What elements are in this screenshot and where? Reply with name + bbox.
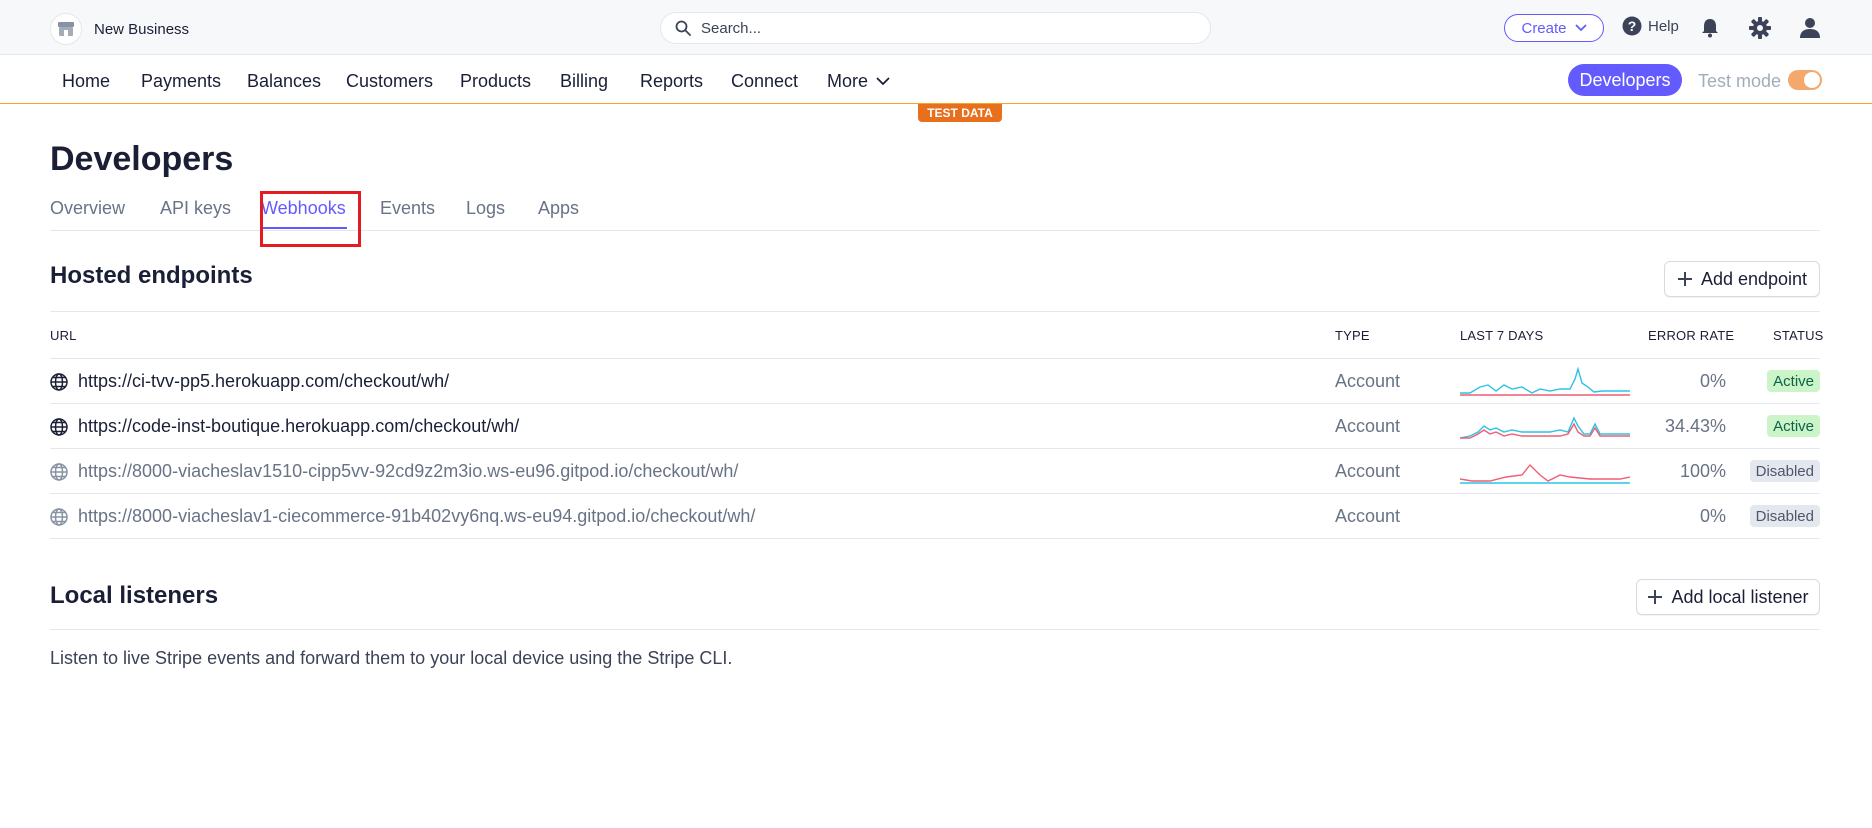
- endpoint-url[interactable]: https://ci-tvv-pp5.herokuapp.com/checkou…: [78, 371, 449, 392]
- endpoint-row[interactable]: https://ci-tvv-pp5.herokuapp.com/checkou…: [50, 358, 1820, 403]
- column-header-url: URL: [50, 328, 77, 343]
- status-badge: Active: [1767, 370, 1820, 392]
- search-input[interactable]: [701, 19, 1181, 37]
- notifications-button[interactable]: [1698, 16, 1722, 40]
- page-title: Developers: [50, 140, 234, 178]
- top-bar: New Business Create ? Help: [0, 0, 1872, 55]
- globe-icon: [50, 507, 68, 526]
- svg-text:?: ?: [1628, 18, 1637, 34]
- test-mode-toggle[interactable]: [1788, 70, 1822, 90]
- user-icon: [1800, 18, 1820, 38]
- chevron-down-icon: [1574, 24, 1587, 32]
- gear-icon: [1749, 17, 1771, 39]
- chevron-down-icon: [876, 77, 890, 86]
- endpoint-error-rate: 100%: [1679, 461, 1726, 481]
- tab-api-keys[interactable]: API keys: [160, 198, 231, 219]
- test-data-badge: TEST DATA: [918, 104, 1002, 122]
- tab-overview[interactable]: Overview: [50, 198, 125, 219]
- create-label: Create: [1521, 19, 1567, 37]
- endpoint-type: Account: [1335, 461, 1401, 481]
- status-badge: Disabled: [1749, 505, 1820, 527]
- endpoint-error-rate: 0%: [1699, 371, 1726, 391]
- section-divider: [50, 629, 1820, 630]
- status-badge: Disabled: [1749, 460, 1820, 482]
- endpoint-url[interactable]: https://code-inst-boutique.herokuapp.com…: [78, 416, 519, 437]
- sparkline-chart: [1460, 366, 1630, 396]
- endpoint-type: Account: [1335, 416, 1401, 436]
- tab-events[interactable]: Events: [380, 198, 435, 219]
- nav-item-payments[interactable]: Payments: [141, 71, 221, 92]
- nav-item-balances[interactable]: Balances: [247, 71, 321, 92]
- developers-button[interactable]: Developers: [1568, 64, 1682, 96]
- globe-icon: [50, 462, 68, 481]
- highlight-annotation: [260, 191, 361, 247]
- tab-logs[interactable]: Logs: [466, 198, 505, 219]
- search-icon: [675, 20, 691, 36]
- endpoint-type: Account: [1335, 506, 1401, 526]
- test-mode-label: Test mode: [1698, 71, 1782, 91]
- add-local-listener-label: Add local listener: [1671, 586, 1809, 607]
- business-switcher[interactable]: New Business: [50, 13, 189, 45]
- section-divider: [50, 311, 1820, 312]
- globe-icon: [50, 372, 68, 391]
- endpoint-error-rate: 34.43%: [1664, 416, 1726, 436]
- endpoint-url[interactable]: https://8000-viacheslav1510-cipp5vv-92cd…: [78, 461, 738, 482]
- nav-item-billing[interactable]: Billing: [560, 71, 608, 92]
- account-button[interactable]: [1798, 16, 1822, 40]
- endpoint-row[interactable]: https://code-inst-boutique.herokuapp.com…: [50, 403, 1820, 448]
- store-icon: [50, 13, 82, 45]
- endpoint-row[interactable]: https://8000-viacheslav1-ciecommerce-91b…: [50, 493, 1820, 539]
- column-header-type: TYPE: [1335, 328, 1370, 343]
- sparkline-chart: [1460, 416, 1630, 439]
- tab-apps[interactable]: Apps: [538, 198, 579, 219]
- status-badge: Active: [1767, 415, 1820, 437]
- column-header-error-rate: ERROR RATE: [1648, 328, 1735, 343]
- sparkline-chart: [1460, 463, 1630, 484]
- plus-icon: [1677, 272, 1692, 286]
- plus-icon: [1648, 590, 1663, 604]
- nav-item-connect[interactable]: Connect: [731, 71, 798, 92]
- globe-icon: [50, 417, 68, 436]
- nav-item-more[interactable]: More: [827, 71, 890, 92]
- add-endpoint-label: Add endpoint: [1700, 268, 1808, 289]
- local-listeners-description: Listen to live Stripe events and forward…: [50, 648, 733, 668]
- nav-item-customers[interactable]: Customers: [346, 71, 433, 92]
- more-label: More: [827, 71, 869, 91]
- help-icon: ?: [1622, 16, 1642, 36]
- local-listeners-title: Local listeners: [50, 582, 219, 609]
- column-header-last-7-days: LAST 7 DAYS: [1460, 328, 1544, 343]
- nav-item-products[interactable]: Products: [460, 71, 531, 92]
- column-header-status: STATUS: [1773, 328, 1824, 343]
- hosted-endpoints-title: Hosted endpoints: [50, 262, 253, 289]
- nav-item-reports[interactable]: Reports: [640, 71, 703, 92]
- bell-icon: [1702, 19, 1718, 38]
- business-name: New Business: [94, 20, 190, 38]
- help-button[interactable]: ? Help: [1622, 16, 1679, 36]
- endpoint-row[interactable]: https://8000-viacheslav1510-cipp5vv-92cd…: [50, 448, 1820, 493]
- endpoint-error-rate: 0%: [1699, 506, 1726, 526]
- search-bar[interactable]: [660, 12, 1211, 44]
- endpoint-type: Account: [1335, 371, 1401, 391]
- endpoint-url[interactable]: https://8000-viacheslav1-ciecommerce-91b…: [78, 506, 755, 527]
- toggle-knob: [1804, 72, 1820, 88]
- add-local-listener-button[interactable]: Add local listener: [1636, 579, 1820, 615]
- settings-button[interactable]: [1748, 16, 1772, 40]
- create-button[interactable]: Create: [1504, 14, 1604, 42]
- nav-item-home[interactable]: Home: [62, 71, 110, 92]
- help-label: Help: [1648, 17, 1679, 35]
- add-endpoint-button[interactable]: Add endpoint: [1664, 261, 1820, 297]
